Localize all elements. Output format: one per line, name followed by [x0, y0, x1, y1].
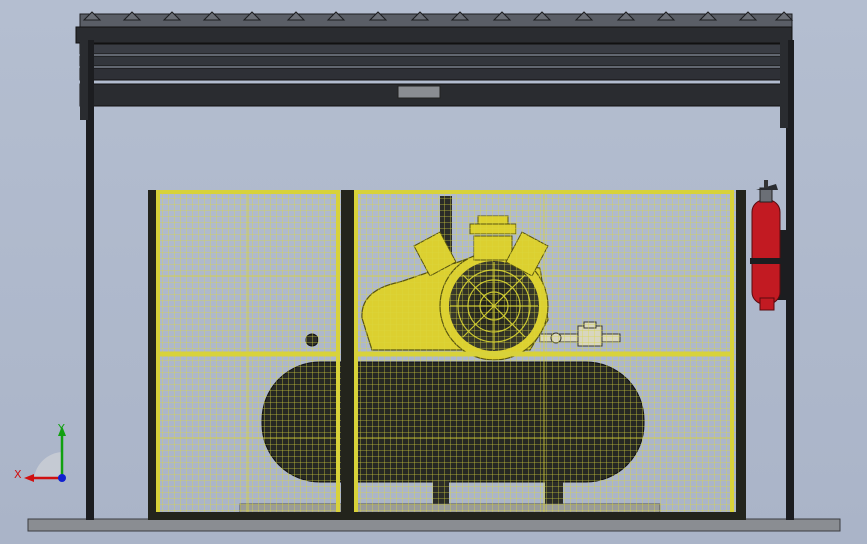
view-orientation-triad-icon [24, 426, 66, 482]
triad-x-label: X [14, 468, 22, 481]
roof-structure [75, 26, 793, 107]
floor-base [27, 518, 841, 532]
roof-fins [79, 13, 793, 29]
fire-extinguisher [750, 180, 790, 311]
safety-cage [148, 190, 746, 520]
model-viewport[interactable]: Y X [0, 0, 867, 544]
triad-y-label: Y [58, 422, 65, 435]
view-orientation-triad[interactable]: Y X [12, 418, 82, 490]
enclosure-drawing [27, 11, 841, 532]
